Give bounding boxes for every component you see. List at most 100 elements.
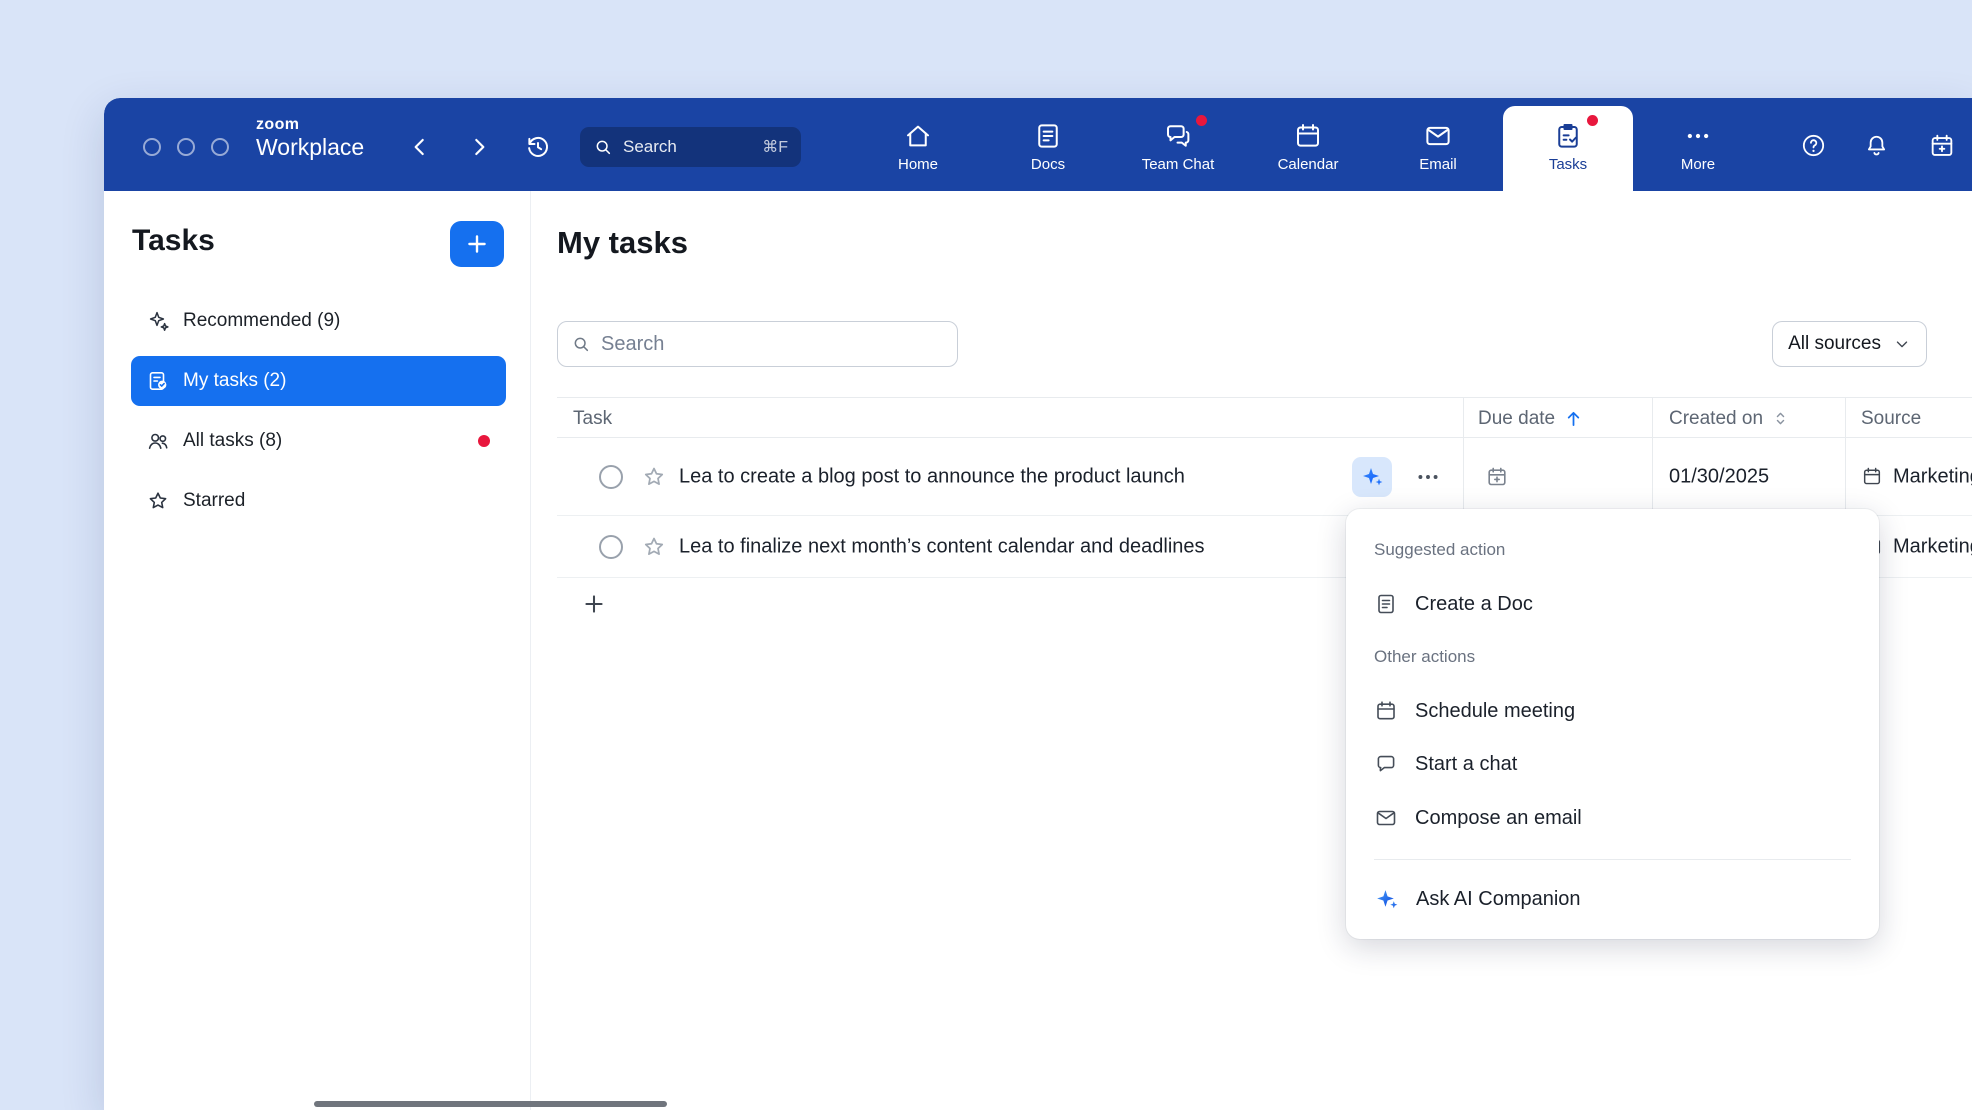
all-tasks-notification-dot [478,435,490,447]
workplace-wordmark: Workplace [256,134,364,161]
tab-docs[interactable]: Docs [983,106,1113,191]
window-minimize-button[interactable] [177,138,195,156]
tasks-icon [1553,121,1583,151]
doc-icon [1374,592,1398,616]
ai-actions-menu: Suggested action Create a Doc Other acti… [1346,509,1879,939]
task-complete-checkbox[interactable] [599,465,623,489]
horizontal-scrollbar[interactable] [314,1101,667,1107]
created-on-value: 01/30/2025 [1669,465,1769,488]
history-button[interactable] [524,133,552,161]
menu-item-compose-email[interactable]: Compose an email [1374,798,1851,838]
column-header-task[interactable]: Task [573,398,612,439]
chevron-down-icon [1893,335,1911,353]
email-icon [1374,806,1398,830]
tab-more[interactable]: More [1633,106,1763,191]
plus-icon [464,231,490,257]
calendar-icon [1374,699,1398,723]
more-icon [1683,121,1713,151]
calendar-shortcut-button[interactable] [1928,132,1956,160]
search-icon [593,137,613,157]
top-bar: zoom Workplace Search ⌘F Home Docs [104,98,1972,191]
window-close-button[interactable] [143,138,161,156]
star-icon[interactable] [641,464,667,490]
task-row[interactable]: Lea to create a blog post to announce th… [557,438,1972,516]
people-icon [146,429,170,453]
chevron-left-icon [407,134,433,160]
team-chat-icon [1163,121,1193,151]
sidebar-item-all-tasks[interactable]: All tasks (8) [131,416,506,466]
help-icon [1800,132,1827,159]
menu-item-ask-ai-companion[interactable]: Ask AI Companion [1374,879,1851,919]
column-header-due-date[interactable]: Due date [1478,398,1584,439]
search-shortcut: ⌘F [762,137,788,157]
email-icon [1423,121,1453,151]
row-more-button[interactable] [1410,457,1446,497]
chevron-right-icon [466,134,492,160]
column-header-created-on[interactable]: Created on [1669,398,1790,439]
sidebar: Tasks Recommended (9) My tasks (2) All t… [104,191,531,1110]
global-search-placeholder: Search [623,137,752,157]
task-title: Lea to create a blog post to announce th… [679,465,1185,488]
source-cell: Marketing [1861,465,1972,488]
sources-filter-dropdown[interactable]: All sources [1772,321,1927,367]
star-icon[interactable] [641,534,667,560]
sidebar-list: Recommended (9) My tasks (2) All tasks (… [131,296,506,536]
global-search[interactable]: Search ⌘F [580,127,801,167]
window-zoom-button[interactable] [211,138,229,156]
plus-icon [581,591,607,617]
calendar-shortcut-icon [1928,132,1956,160]
task-search-input[interactable] [601,333,944,356]
search-icon [571,334,591,354]
menu-divider [1374,859,1851,860]
menu-item-start-chat[interactable]: Start a chat [1374,744,1851,784]
add-task-button[interactable] [450,221,504,267]
column-header-source[interactable]: Source [1861,398,1921,439]
chat-icon [1374,752,1398,776]
window-controls[interactable] [143,138,229,156]
zoom-wordmark: zoom [256,116,364,134]
sparkle-icon [146,309,170,333]
task-title: Lea to finalize next month’s content cal… [679,535,1205,558]
forward-button[interactable] [466,134,492,160]
menu-section-label: Other actions [1374,637,1851,677]
menu-item-create-doc[interactable]: Create a Doc [1374,584,1851,624]
ai-companion-button[interactable] [1352,457,1392,497]
history-icon [524,133,552,161]
menu-section-label: Suggested action [1374,530,1851,570]
workplace-logo: zoom Workplace [256,116,364,161]
source-value: Marketing [1893,465,1972,488]
back-button[interactable] [407,134,433,160]
sidebar-item-recommended[interactable]: Recommended (9) [131,296,506,346]
tab-tasks[interactable]: Tasks [1503,106,1633,191]
menu-item-schedule-meeting[interactable]: Schedule meeting [1374,691,1851,731]
tab-team-chat[interactable]: Team Chat [1113,106,1243,191]
tab-email[interactable]: Email [1373,106,1503,191]
star-icon [146,489,170,513]
ai-sparkle-icon [1374,887,1399,912]
home-icon [903,121,933,151]
add-task-inline-button[interactable] [579,589,609,619]
calendar-plus-icon [1485,465,1509,489]
task-list-icon [146,369,170,393]
calendar-icon [1293,121,1323,151]
ai-sparkle-icon [1360,465,1384,489]
notifications-button[interactable] [1863,132,1890,159]
task-complete-checkbox[interactable] [599,535,623,559]
task-search[interactable] [557,321,958,367]
set-due-date-button[interactable] [1485,465,1509,489]
sidebar-title: Tasks [132,224,215,258]
sidebar-item-starred[interactable]: Starred [131,476,506,526]
source-calendar-icon [1861,466,1883,488]
team-chat-notification-dot [1196,115,1207,126]
tasks-notification-dot [1587,115,1598,126]
ellipsis-icon [1415,464,1441,490]
top-navigation: Home Docs Team Chat Calendar Email T [853,106,1763,191]
sidebar-item-my-tasks[interactable]: My tasks (2) [131,356,506,406]
source-value: Marketing [1893,535,1972,558]
sort-both-icon [1771,409,1790,428]
tab-home[interactable]: Home [853,106,983,191]
help-button[interactable] [1800,132,1827,159]
tab-calendar[interactable]: Calendar [1243,106,1373,191]
docs-icon [1033,121,1063,151]
bell-icon [1863,132,1890,159]
